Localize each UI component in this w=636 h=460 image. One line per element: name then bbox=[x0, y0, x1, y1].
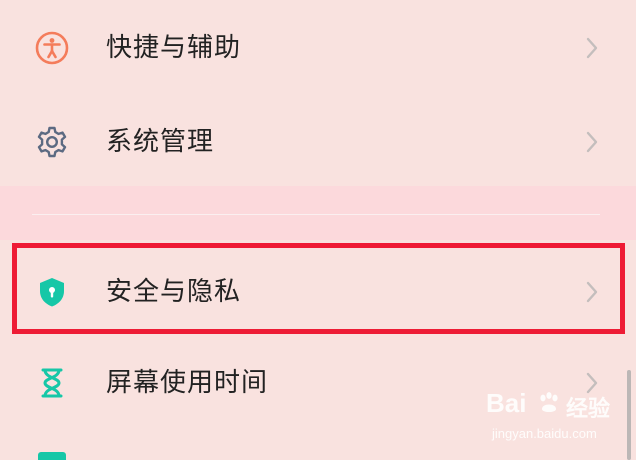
group-separator bbox=[0, 186, 636, 240]
divider-line bbox=[32, 214, 600, 215]
paw-logo-icon bbox=[536, 390, 562, 416]
chevron-right-icon bbox=[580, 130, 604, 154]
settings-item-system-management[interactable]: 系统管理 bbox=[0, 102, 636, 182]
accessibility-icon bbox=[34, 30, 70, 66]
chevron-right-icon bbox=[580, 36, 604, 60]
hourglass-icon bbox=[34, 365, 70, 401]
highlight-box bbox=[12, 243, 625, 334]
settings-item-label: 快捷与辅助 bbox=[106, 33, 242, 63]
watermark: Bai 经验 jingyan.baidu.com bbox=[486, 388, 626, 452]
gear-icon bbox=[34, 124, 70, 160]
watermark-url: jingyan.baidu.com bbox=[492, 426, 597, 441]
watermark-suffix: 经验 bbox=[566, 397, 611, 422]
watermark-brand: Bai bbox=[486, 388, 527, 418]
settings-item-label: 系统管理 bbox=[106, 127, 215, 157]
next-item-icon-partial bbox=[38, 452, 66, 460]
scrollbar[interactable] bbox=[627, 370, 631, 460]
settings-item-shortcuts-accessibility[interactable]: 快捷与辅助 bbox=[0, 8, 636, 88]
settings-item-label: 屏幕使用时间 bbox=[106, 368, 269, 398]
